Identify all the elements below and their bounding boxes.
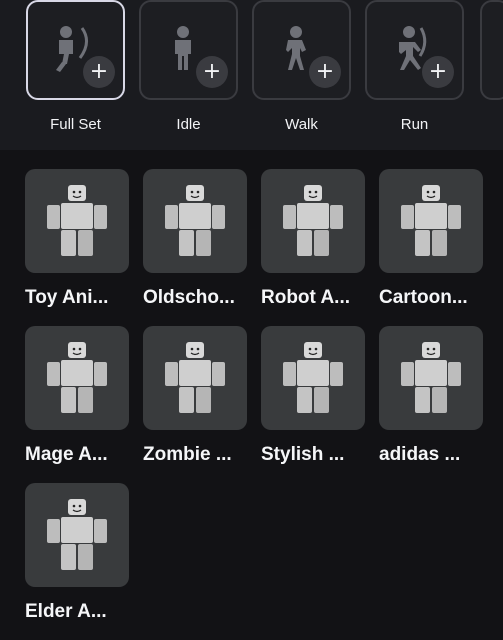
add-icon: + (422, 56, 454, 88)
animation-pack-card[interactable] (143, 326, 247, 430)
animation-pack-label: Oldscho... (143, 287, 235, 308)
avatar-figure-icon (47, 342, 107, 413)
animation-pack-card[interactable] (143, 169, 247, 273)
animation-pack-label: Stylish ... (261, 444, 345, 465)
animation-pack-label: Cartoon... (379, 287, 468, 308)
avatar-figure-icon (165, 342, 225, 413)
animation-pack-card[interactable] (379, 169, 483, 273)
avatar-figure-icon (401, 185, 461, 256)
animation-pack-card[interactable] (261, 326, 365, 430)
animation-pack-label: Mage A... (25, 444, 108, 465)
slot-partial[interactable] (480, 0, 503, 100)
avatar-figure-icon (283, 342, 343, 413)
add-icon: + (309, 56, 341, 88)
animation-pack-card[interactable] (379, 326, 483, 430)
slot-label-walk: Walk (285, 116, 318, 133)
slot-idle[interactable]: + (139, 0, 238, 100)
slot-full-set[interactable]: + (26, 0, 125, 100)
animation-pack-label: Robot A... (261, 287, 350, 308)
animation-pack-label: Toy Ani... (25, 287, 109, 308)
avatar-figure-icon (401, 342, 461, 413)
add-icon: + (83, 56, 115, 88)
animation-pack-card[interactable] (25, 326, 129, 430)
animation-pack-card[interactable] (25, 483, 129, 587)
animation-pack-card[interactable] (25, 169, 129, 273)
avatar-figure-icon (47, 185, 107, 256)
add-icon: + (196, 56, 228, 88)
avatar-figure-icon (283, 185, 343, 256)
animation-pack-card[interactable] (261, 169, 365, 273)
animation-pack-label: Elder A... (25, 601, 107, 622)
slot-walk[interactable]: + (252, 0, 351, 100)
slot-run[interactable]: + (365, 0, 464, 100)
avatar-figure-icon (47, 499, 107, 570)
animation-pack-label: Zombie ... (143, 444, 232, 465)
animation-pack-label: adidas ... (379, 444, 461, 465)
slot-label-full-set: Full Set (50, 116, 101, 133)
slot-label-idle: Idle (176, 116, 201, 133)
slot-label-run: Run (400, 116, 429, 133)
avatar-figure-icon (165, 185, 225, 256)
